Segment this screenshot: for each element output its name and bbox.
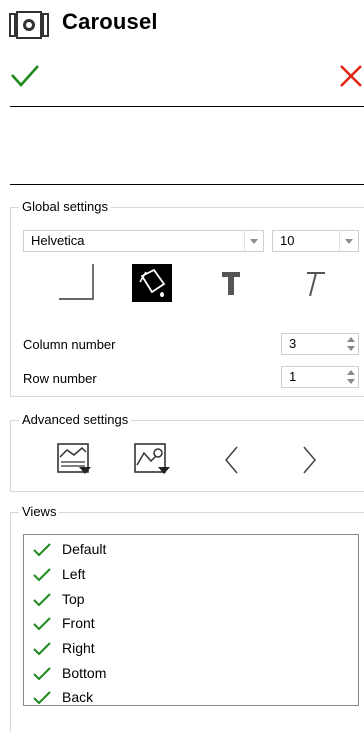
column-number-value: 3 xyxy=(289,336,297,351)
check-icon xyxy=(33,617,51,631)
image-settings-icon[interactable] xyxy=(134,443,172,477)
carousel-icon xyxy=(9,11,49,39)
fill-bucket-icon[interactable] xyxy=(132,264,172,302)
list-item[interactable]: Top xyxy=(24,588,358,612)
previous-arrow-icon[interactable] xyxy=(222,444,242,476)
views-label: Views xyxy=(19,504,60,520)
list-item-label: Left xyxy=(62,566,86,582)
italic-text-icon[interactable] xyxy=(295,263,329,301)
row-number-value: 1 xyxy=(289,369,297,384)
list-item[interactable]: Back xyxy=(24,686,358,710)
spinner-arrows-icon[interactable] xyxy=(346,335,356,353)
list-item[interactable]: Left xyxy=(24,563,358,587)
list-item-label: Top xyxy=(62,591,85,607)
check-icon xyxy=(33,642,51,656)
list-item[interactable]: Front xyxy=(24,612,358,636)
font-size-value: 10 xyxy=(280,233,295,248)
list-item-label: Front xyxy=(62,615,95,631)
cancel-button[interactable] xyxy=(338,63,364,89)
check-icon xyxy=(33,543,51,557)
check-icon xyxy=(33,568,51,582)
section-divider xyxy=(10,184,364,185)
check-icon xyxy=(33,593,51,607)
image-background-icon[interactable] xyxy=(57,443,93,475)
list-item[interactable]: Bottom xyxy=(24,662,358,686)
chevron-down-icon xyxy=(339,231,358,251)
advanced-settings-label: Advanced settings xyxy=(19,412,132,428)
header-divider xyxy=(10,106,364,107)
list-item-label: Default xyxy=(62,541,107,557)
close-icon xyxy=(340,65,362,87)
list-item-label: Bottom xyxy=(62,665,107,681)
column-number-spinner[interactable]: 3 xyxy=(281,333,359,355)
list-item-label: Right xyxy=(62,640,95,656)
font-family-select[interactable]: Helvetica xyxy=(23,230,264,252)
row-number-spinner[interactable]: 1 xyxy=(281,366,359,388)
confirm-button[interactable] xyxy=(10,63,40,89)
column-number-label: Column number xyxy=(23,337,116,352)
spinner-arrows-icon[interactable] xyxy=(346,368,356,386)
font-family-value: Helvetica xyxy=(31,233,85,248)
row-number-label: Row number xyxy=(23,371,97,386)
font-size-select[interactable]: 10 xyxy=(272,230,359,252)
global-settings-label: Global settings xyxy=(19,199,111,215)
next-arrow-icon[interactable] xyxy=(299,444,319,476)
bold-text-icon[interactable] xyxy=(216,263,246,301)
check-icon xyxy=(11,65,39,87)
list-item[interactable]: Default xyxy=(24,538,358,562)
list-item[interactable]: Right xyxy=(24,637,358,661)
check-icon xyxy=(33,667,51,681)
page-title: Carousel xyxy=(62,9,158,34)
chevron-down-icon xyxy=(244,231,263,251)
views-list[interactable]: Default Left Top Front Right Bottom Back xyxy=(23,534,359,706)
border-corner-icon[interactable] xyxy=(56,263,96,303)
list-item-label: Back xyxy=(62,689,94,705)
check-icon xyxy=(33,691,51,705)
